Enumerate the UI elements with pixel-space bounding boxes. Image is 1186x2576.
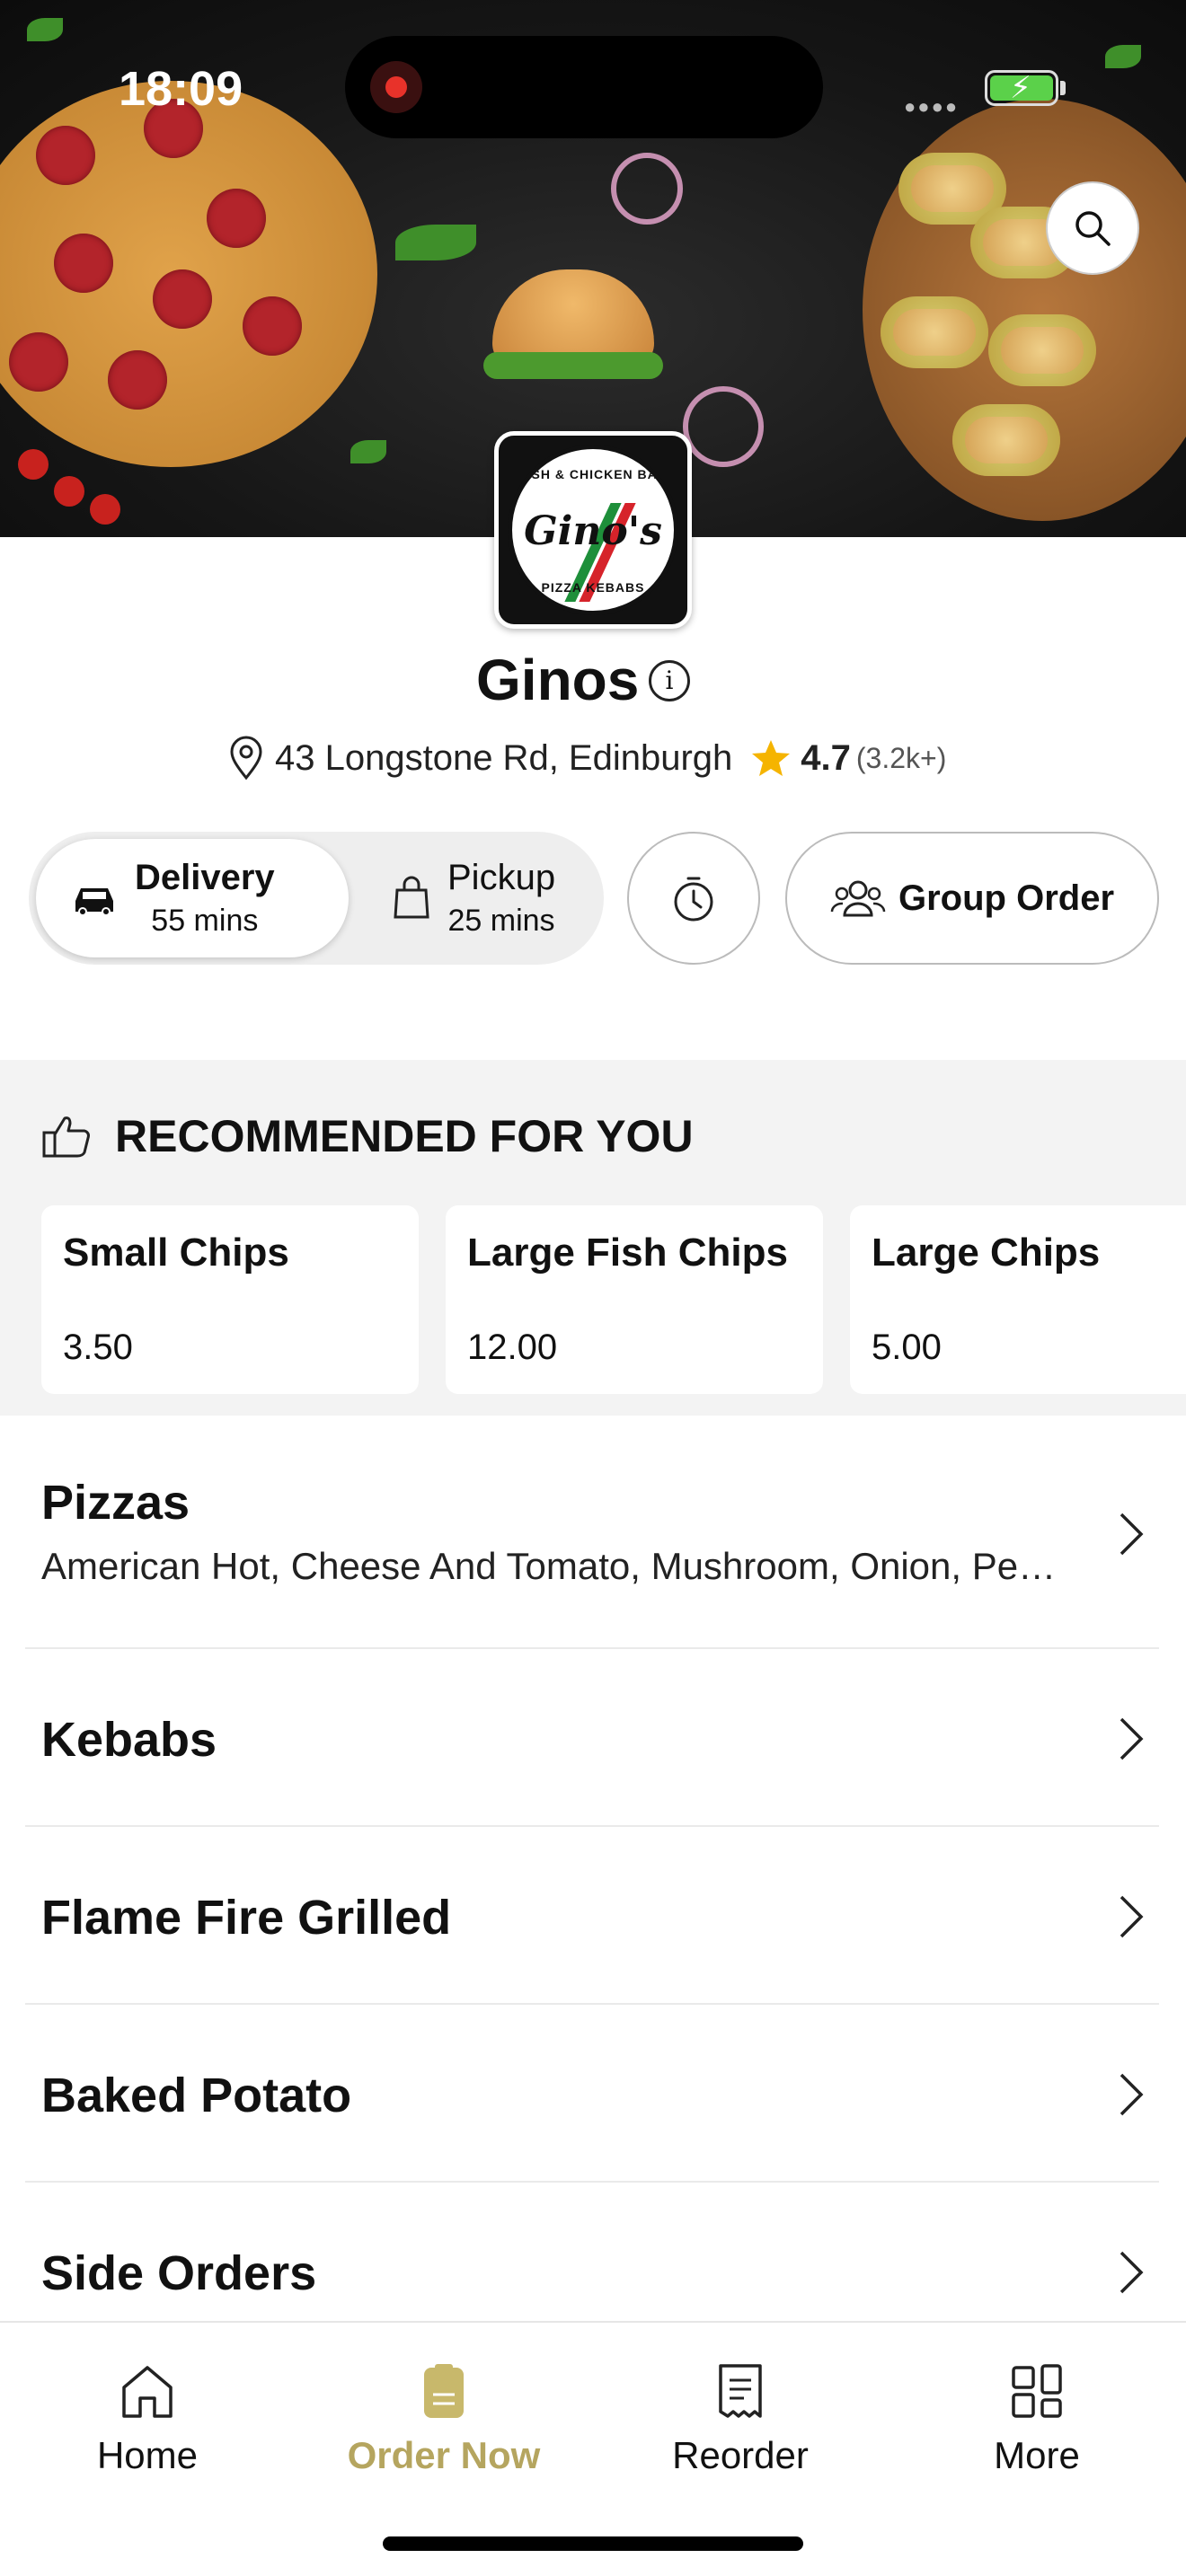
category-title: Side Orders	[41, 2246, 317, 2300]
pickup-time: 25 mins	[447, 904, 555, 938]
category-title: Baked Potato	[41, 2069, 352, 2122]
chevron-right-icon	[1120, 1895, 1144, 1938]
dynamic-island	[345, 36, 823, 138]
category-pizzas[interactable]: Pizzas American Hot, Cheese And Tomato, …	[25, 1416, 1159, 1649]
store-logo: FISH & CHICKEN BAR Gino's PIZZA KEBABS	[494, 431, 692, 629]
home-indicator[interactable]	[383, 2536, 803, 2551]
pickup-label: Pickup	[447, 858, 556, 897]
order-icon	[424, 2364, 464, 2418]
battery-icon	[985, 70, 1058, 106]
tab-order-now[interactable]: Order Now	[327, 2362, 561, 2477]
logo-bottom-text: PIZZA KEBABS	[541, 580, 645, 595]
chevron-right-icon	[1120, 2251, 1144, 2294]
tab-label: Order Now	[347, 2434, 541, 2476]
receipt-icon	[719, 2364, 762, 2418]
star-icon	[752, 740, 791, 776]
recommended-item-name: Small Chips	[63, 1231, 289, 1275]
category-title: Pizzas	[41, 1476, 190, 1530]
shopping-bag-icon	[394, 876, 429, 919]
search-button[interactable]	[1046, 181, 1139, 275]
recording-indicator-icon	[370, 61, 422, 113]
grid-icon	[1012, 2364, 1062, 2418]
thumbs-up-icon	[42, 1116, 90, 1158]
recommended-item-name: Large Chips	[872, 1231, 1101, 1275]
pickup-option[interactable]: Pickup 25 mins	[367, 839, 600, 957]
recommended-item-price: 12.00	[467, 1328, 558, 1367]
recommended-section: RECOMMENDED FOR YOU Small Chips 3.50 Lar…	[0, 1060, 1186, 1416]
tab-reorder[interactable]: Reorder	[624, 2362, 857, 2477]
delivery-label: Delivery	[135, 858, 275, 897]
store-rating: 4.7	[801, 737, 851, 778]
logo-text: Gino's	[524, 508, 662, 554]
home-icon	[122, 2366, 173, 2418]
recommended-card[interactable]: Large Chips 5.00	[850, 1205, 1186, 1394]
category-baked-potato[interactable]: Baked Potato	[25, 2005, 1159, 2183]
status-bar-time: 18:09	[119, 62, 243, 116]
tab-home[interactable]: Home	[31, 2362, 264, 2477]
logo-top-text: FISH & CHICKEN BAR	[518, 467, 668, 481]
category-flame-fire-grilled[interactable]: Flame Fire Grilled	[25, 1827, 1159, 2005]
tab-label: Home	[96, 2434, 199, 2476]
search-icon	[1075, 211, 1111, 246]
car-icon	[75, 888, 113, 916]
schedule-button[interactable]	[627, 832, 760, 965]
burger-illustration	[483, 269, 663, 404]
rating-count: (3.2k+)	[855, 741, 947, 774]
recommended-title: RECOMMENDED FOR YOU	[115, 1111, 694, 1161]
delivery-time: 55 mins	[151, 904, 259, 938]
location-pin-icon	[230, 736, 262, 781]
recommended-item-price: 5.00	[872, 1328, 942, 1367]
group-order-label: Group Order	[898, 878, 1115, 918]
tab-label: More	[994, 2434, 1080, 2476]
store-name: Ginos	[476, 648, 640, 712]
recommended-heading: RECOMMENDED FOR YOU	[41, 1110, 694, 1162]
chevron-right-icon	[1120, 1717, 1144, 1760]
delivery-option[interactable]: Delivery 55 mins	[36, 839, 349, 957]
store-address-row: 43 Longstone Rd, Edinburgh 4.7 (3.2k+)	[226, 733, 946, 783]
tab-more[interactable]: More	[920, 2362, 1154, 2477]
category-side-orders[interactable]: Side Orders	[25, 2183, 1159, 2321]
category-kebabs[interactable]: Kebabs	[25, 1649, 1159, 1827]
info-icon[interactable]: i	[649, 660, 690, 701]
recommended-item-price: 3.50	[63, 1328, 133, 1367]
order-mode-toggle: Delivery 55 mins Pickup 25 mins	[29, 832, 604, 965]
group-icon	[830, 880, 886, 917]
recommended-card[interactable]: Large Fish Chips 12.00	[446, 1205, 823, 1394]
battery-cap	[1060, 81, 1066, 95]
timer-icon	[674, 877, 713, 922]
recommended-card[interactable]: Small Chips 3.50	[41, 1205, 419, 1394]
recommended-item-name: Large Fish Chips	[467, 1231, 788, 1275]
category-title: Kebabs	[41, 1713, 217, 1767]
chevron-right-icon	[1120, 1513, 1144, 1556]
category-description: American Hot, Cheese And Tomato, Mushroo…	[41, 1545, 1066, 1587]
category-title: Flame Fire Grilled	[41, 1891, 452, 1945]
tab-label: Reorder	[672, 2434, 809, 2476]
chevron-right-icon	[1120, 2073, 1144, 2116]
signal-icon: ●●●●	[904, 95, 960, 118]
store-address: 43 Longstone Rd, Edinburgh	[275, 737, 733, 778]
group-order-button[interactable]: Group Order	[785, 832, 1159, 965]
